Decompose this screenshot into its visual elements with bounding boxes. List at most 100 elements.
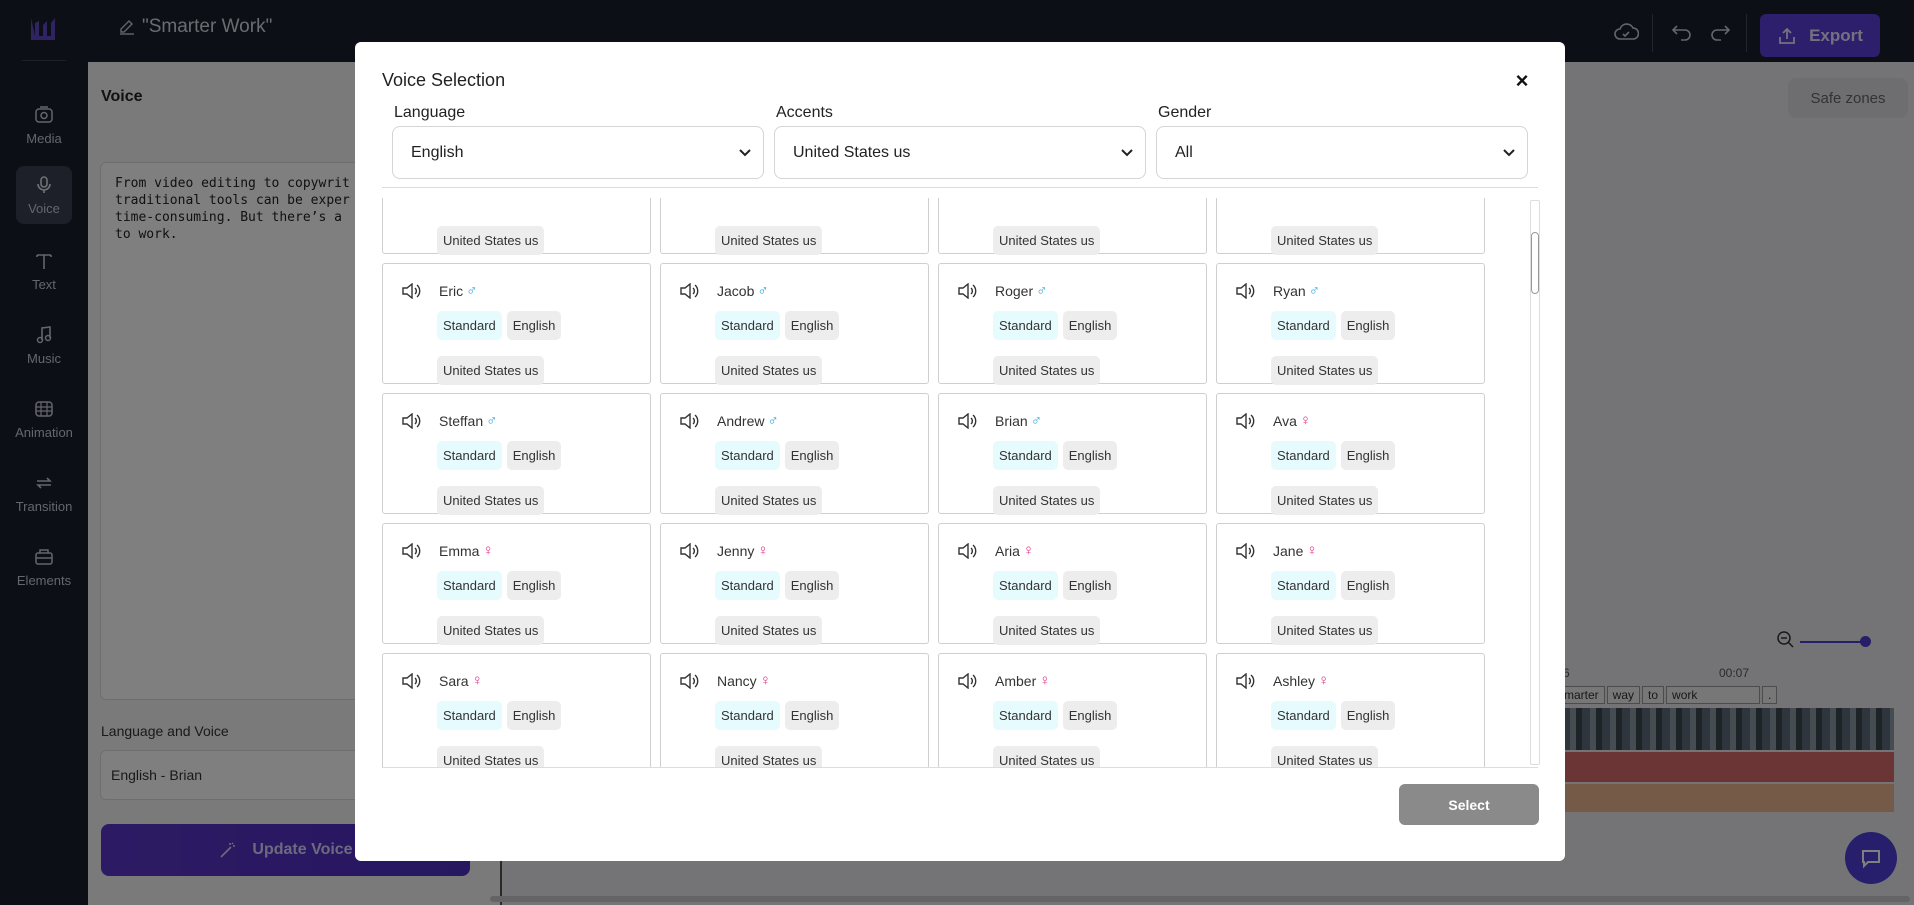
speaker-preview-icon[interactable]	[401, 672, 421, 689]
voice-card[interactable]: Eric ♂ Standard English United States us	[382, 263, 651, 385]
language-select[interactable]: English	[392, 126, 764, 179]
voice-card-header: Roger ♂	[957, 282, 1047, 299]
voice-card[interactable]: Amber ♀ Standard English United States us	[938, 653, 1207, 767]
female-icon: ♀	[482, 542, 494, 559]
speaker-preview-icon[interactable]	[1235, 672, 1255, 689]
voice-card[interactable]: Jacob ♂ Standard English United States us	[660, 263, 929, 385]
voice-name-text: Aria	[995, 542, 1020, 559]
language-tag: English	[1340, 441, 1396, 470]
voice-card-header: Aria ♀	[957, 542, 1034, 559]
speaker-preview-icon[interactable]	[1235, 282, 1255, 299]
voice-card-header: Eric ♂	[401, 282, 477, 299]
voice-tags: Standard English United States us	[715, 441, 915, 515]
voice-tags: Standard English United States us	[1271, 571, 1471, 645]
chevron-down-icon	[1503, 148, 1515, 156]
voice-tags: Standard English United States us	[437, 441, 637, 515]
voice-name-text: Sara	[439, 672, 469, 689]
male-icon: ♂	[466, 282, 478, 299]
accents-filter: Accents United States us	[774, 104, 1146, 179]
voice-card-header: Nancy ♀	[679, 672, 771, 689]
voice-name-text: Brian	[995, 412, 1028, 429]
voice-name: Jacob ♂	[717, 282, 769, 299]
voice-tags: United States us	[437, 198, 637, 255]
language-tag: English	[1062, 311, 1118, 340]
voice-card-header: Jane ♀	[1235, 542, 1318, 559]
chevron-down-icon	[1121, 148, 1133, 156]
accent-tag: United States us	[715, 616, 823, 645]
speaker-preview-icon[interactable]	[679, 412, 699, 429]
voice-card[interactable]: Brian ♂ Standard English United States us	[938, 393, 1207, 515]
voice-tags: Standard English United States us	[715, 571, 915, 645]
voice-card[interactable]: Jane ♀ Standard English United States us	[1216, 523, 1485, 645]
voice-card[interactable]: Roger ♂ Standard English United States us	[938, 263, 1207, 385]
voice-card[interactable]: Ryan ♂ Standard English United States us	[1216, 263, 1485, 385]
select-button[interactable]: Select	[1399, 784, 1539, 825]
quality-tag: Standard	[437, 571, 502, 600]
language-tag: English	[1340, 701, 1396, 730]
speaker-preview-icon[interactable]	[679, 672, 699, 689]
female-icon: ♀	[1306, 542, 1318, 559]
speaker-preview-icon[interactable]	[1235, 542, 1255, 559]
accent-tag: United States us	[715, 746, 823, 767]
male-icon: ♂	[757, 282, 769, 299]
language-tag: English	[506, 571, 562, 600]
speaker-preview-icon[interactable]	[957, 672, 977, 689]
voice-tags: United States us	[993, 198, 1193, 255]
speaker-preview-icon[interactable]	[401, 282, 421, 299]
voice-card[interactable]: Nancy ♀ Standard English United States us	[660, 653, 929, 767]
gender-select[interactable]: All	[1156, 126, 1528, 179]
voice-name: Ava ♀	[1273, 412, 1311, 429]
modal-title: Voice Selection	[382, 70, 506, 90]
voice-card[interactable]: Ashley ♀ Standard English United States us	[1216, 653, 1485, 767]
voice-name: Andrew ♂	[717, 412, 779, 429]
quality-tag: Standard	[715, 571, 780, 600]
male-icon: ♂	[767, 412, 779, 429]
quality-tag: Standard	[993, 311, 1058, 340]
speaker-preview-icon[interactable]	[679, 542, 699, 559]
voice-card-header: Emma ♀	[401, 542, 494, 559]
language-filter-label: Language	[394, 104, 466, 121]
voice-card[interactable]: Ava ♀ Standard English United States us	[1216, 393, 1485, 515]
voice-card[interactable]: Andrew ♂ Standard English United States us	[660, 393, 929, 515]
voice-tags: Standard English United States us	[715, 311, 915, 385]
voice-name: Roger ♂	[995, 282, 1047, 299]
voice-card[interactable]: Sara ♀ Standard English United States us	[382, 653, 651, 767]
speaker-preview-icon[interactable]	[401, 542, 421, 559]
speaker-preview-icon[interactable]	[957, 282, 977, 299]
voice-card[interactable]: Aria ♀ Standard English United States us	[938, 523, 1207, 645]
voice-name-text: Amber	[995, 672, 1037, 689]
voice-tags: Standard English United States us	[1271, 701, 1471, 767]
voice-card[interactable]: United States us	[660, 198, 929, 255]
quality-tag: Standard	[437, 311, 502, 340]
language-tag: English	[506, 701, 562, 730]
voice-card[interactable]: Emma ♀ Standard English United States us	[382, 523, 651, 645]
female-icon: ♀	[1299, 412, 1312, 429]
voice-card[interactable]: United States us	[1216, 198, 1485, 255]
voice-card-header: Amber ♀	[957, 672, 1050, 689]
accent-tag: United States us	[715, 356, 823, 385]
accent-tag: United States us	[437, 486, 545, 515]
close-icon[interactable]: ×	[1511, 70, 1533, 92]
speaker-preview-icon[interactable]	[957, 412, 977, 429]
voice-card[interactable]: Jenny ♀ Standard English United States us	[660, 523, 929, 645]
quality-tag: Standard	[437, 441, 502, 470]
speaker-preview-icon[interactable]	[679, 282, 699, 299]
speaker-preview-icon[interactable]	[1235, 412, 1255, 429]
accent-tag: United States us	[993, 486, 1101, 515]
accents-select[interactable]: United States us	[774, 126, 1146, 179]
speaker-preview-icon[interactable]	[957, 542, 977, 559]
speaker-preview-icon[interactable]	[401, 412, 421, 429]
voice-tags: Standard English United States us	[1271, 441, 1471, 515]
voice-grid-scrollbar-thumb[interactable]	[1531, 232, 1539, 294]
male-icon: ♂	[1036, 282, 1048, 299]
female-icon: ♀	[1022, 542, 1035, 559]
gender-select-value: All	[1175, 143, 1193, 161]
voice-card[interactable]: United States us	[938, 198, 1207, 255]
voice-tags: Standard English United States us	[437, 571, 637, 645]
accent-tag: United States us	[715, 226, 823, 255]
voice-card[interactable]: United States us	[382, 198, 651, 255]
language-tag: English	[784, 311, 840, 340]
voice-name-text: Eric	[439, 282, 464, 299]
quality-tag: Standard	[1271, 701, 1336, 730]
voice-card[interactable]: Steffan ♂ Standard English United States us	[382, 393, 651, 515]
